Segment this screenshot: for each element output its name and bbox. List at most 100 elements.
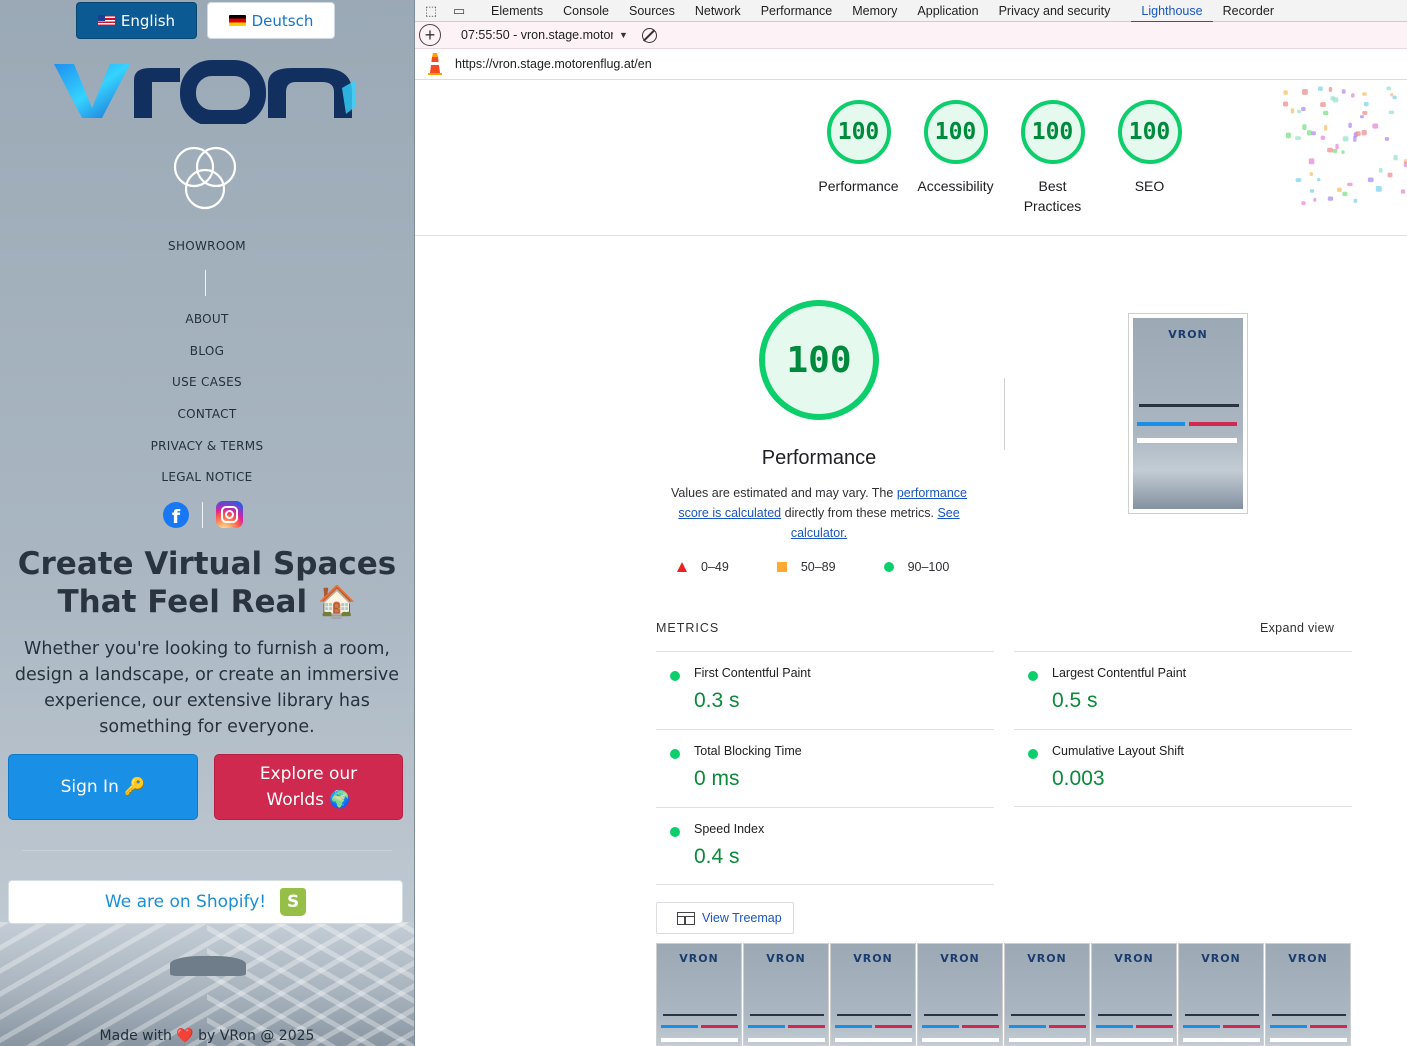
note-prefix: Values are estimated and may vary. The — [671, 486, 897, 500]
nav-showroom[interactable]: SHOWROOM — [0, 239, 414, 253]
tab-network[interactable]: Network — [685, 0, 751, 22]
tab-application[interactable]: Application — [907, 0, 988, 22]
metric-lcp: Largest Contentful Paint 0.5 s — [1014, 651, 1352, 729]
tab-privacy-security[interactable]: Privacy and security — [989, 0, 1121, 22]
device-toolbar-icon[interactable]: ▭ — [451, 3, 467, 19]
score-label: Performance — [818, 178, 899, 194]
legend-range: 90–100 — [907, 560, 950, 574]
filmstrip-frame: VRON — [1265, 943, 1351, 1046]
performance-note: Values are estimated and may vary. The p… — [663, 483, 975, 543]
nav-blog[interactable]: BLOG — [0, 344, 414, 358]
tab-lighthouse[interactable]: Lighthouse — [1131, 0, 1213, 23]
tab-recorder[interactable]: Recorder — [1213, 0, 1284, 22]
nav-contact[interactable]: CONTACT — [0, 407, 414, 421]
performance-gauge: 100 — [759, 300, 879, 420]
score-seo[interactable]: 100 SEO — [1101, 100, 1198, 216]
facebook-icon[interactable]: f — [163, 501, 189, 528]
header-divider — [415, 235, 1407, 236]
social-links: f — [163, 501, 243, 528]
filmstrip-frame: VRON — [917, 943, 1003, 1046]
language-english-button[interactable]: English — [76, 2, 197, 39]
expand-view-toggle[interactable]: Expand view — [1260, 621, 1334, 635]
dropdown-caret-icon[interactable]: ▼ — [619, 30, 628, 40]
treemap-icon — [677, 911, 695, 925]
vron-logo[interactable] — [52, 58, 358, 124]
score-label: Best Practices — [1023, 178, 1082, 214]
instagram-icon[interactable] — [216, 501, 243, 528]
confetti-decoration — [1283, 86, 1407, 205]
new-report-icon[interactable]: + — [419, 24, 441, 46]
legend-range: 50–89 — [800, 560, 836, 574]
tab-performance[interactable]: Performance — [751, 0, 843, 22]
metric-value: 0.003 — [1052, 767, 1105, 790]
square-icon — [776, 562, 787, 572]
tab-elements[interactable]: Elements — [481, 0, 553, 22]
score-label: Accessibility — [917, 178, 994, 194]
filmstrip-frame: VRON — [1178, 943, 1264, 1046]
de-flag-icon — [228, 15, 246, 26]
metric-name: Speed Index — [694, 822, 765, 836]
language-deutsch-button[interactable]: Deutsch — [207, 2, 335, 39]
pass-circle-icon — [1028, 749, 1038, 759]
nav-about[interactable]: ABOUT — [0, 312, 414, 326]
filmstrip-frame: VRON — [1091, 943, 1177, 1046]
nav-divider — [205, 270, 206, 296]
filmstrip-frame: VRON — [656, 943, 742, 1046]
filmstrip-frame: VRON — [743, 943, 829, 1046]
score-gauge: 100 — [1117, 100, 1182, 164]
pass-circle-icon — [670, 749, 680, 759]
metric-name: Cumulative Layout Shift — [1052, 744, 1185, 758]
legend-average: 50–89 — [776, 560, 836, 574]
pass-circle-icon — [1028, 671, 1038, 681]
metric-divider — [1014, 806, 1352, 807]
tab-memory[interactable]: Memory — [842, 0, 907, 22]
sign-in-button[interactable]: Sign In 🔑 — [8, 754, 198, 820]
report-select[interactable]: 07:55:50 - vron.stage.motorenflug.at — [461, 28, 613, 42]
score-gauge: 100 — [1020, 100, 1085, 164]
tab-console[interactable]: Console — [553, 0, 619, 22]
metric-fcp: First Contentful Paint 0.3 s — [656, 651, 994, 729]
note-middle: directly from these metrics. — [781, 506, 938, 520]
triangle-icon — [677, 562, 687, 572]
inspect-element-icon[interactable]: ⬚ — [423, 3, 439, 19]
category-scores: 100 Performance 100 Accessibility 100 Be… — [810, 100, 1198, 216]
explore-worlds-button[interactable]: Explore our Worlds 🌍 — [214, 754, 403, 820]
legend-range: 0–49 — [701, 560, 729, 574]
score-gauge: 100 — [923, 100, 988, 164]
metric-divider — [656, 884, 994, 885]
filmstrip-frame: VRON — [1004, 943, 1090, 1046]
score-performance[interactable]: 100 Performance — [810, 100, 907, 216]
circle-icon — [883, 562, 894, 572]
nav-privacy-terms[interactable]: PRIVACY & TERMS — [0, 439, 414, 453]
explore-worlds-label: Explore our Worlds 🌍 — [259, 764, 358, 810]
devtools-tabbar: ⬚ ▭ Elements Console Sources Network Per… — [415, 0, 1407, 23]
score-best-practices[interactable]: 100 Best Practices — [1004, 100, 1101, 216]
report-url-bar: https://vron.stage.motorenflug.at/en — [415, 49, 1407, 80]
legend-fail: 0–49 — [677, 560, 729, 574]
shopify-button[interactable]: We are on Shopify! S — [8, 880, 403, 924]
score-label: SEO — [1134, 178, 1165, 194]
view-treemap-label: View Treemap — [702, 911, 782, 925]
nav-use-cases[interactable]: USE CASES — [0, 375, 414, 389]
hero-title-line2: That Feel Real 🏠 — [57, 584, 357, 620]
metric-cls: Cumulative Layout Shift 0.003 — [1014, 729, 1352, 807]
metric-value: 0.5 s — [1052, 689, 1098, 712]
view-treemap-button[interactable]: View Treemap — [656, 902, 794, 934]
section-divider — [22, 850, 392, 851]
final-screenshot[interactable]: VRON — [1128, 313, 1248, 514]
score-gauge: 100 — [826, 100, 891, 164]
pass-circle-icon — [670, 827, 680, 837]
language-switcher: English Deutsch — [76, 2, 335, 39]
filmstrip-frame: VRON — [830, 943, 916, 1046]
legend-pass: 90–100 — [883, 560, 950, 574]
metric-name: Total Blocking Time — [694, 744, 802, 758]
clear-reports-icon[interactable] — [641, 27, 657, 43]
hero-title-line1: Create Virtual Spaces — [17, 546, 397, 582]
nav-legal-notice[interactable]: LEGAL NOTICE — [0, 470, 414, 484]
tab-sources[interactable]: Sources — [619, 0, 685, 22]
lighthouse-icon — [428, 53, 442, 75]
score-legend: 0–49 50–89 90–100 — [677, 560, 997, 574]
report-url: https://vron.stage.motorenflug.at/en — [455, 57, 652, 71]
score-accessibility[interactable]: 100 Accessibility — [907, 100, 1004, 216]
metric-value: 0.4 s — [694, 845, 740, 868]
